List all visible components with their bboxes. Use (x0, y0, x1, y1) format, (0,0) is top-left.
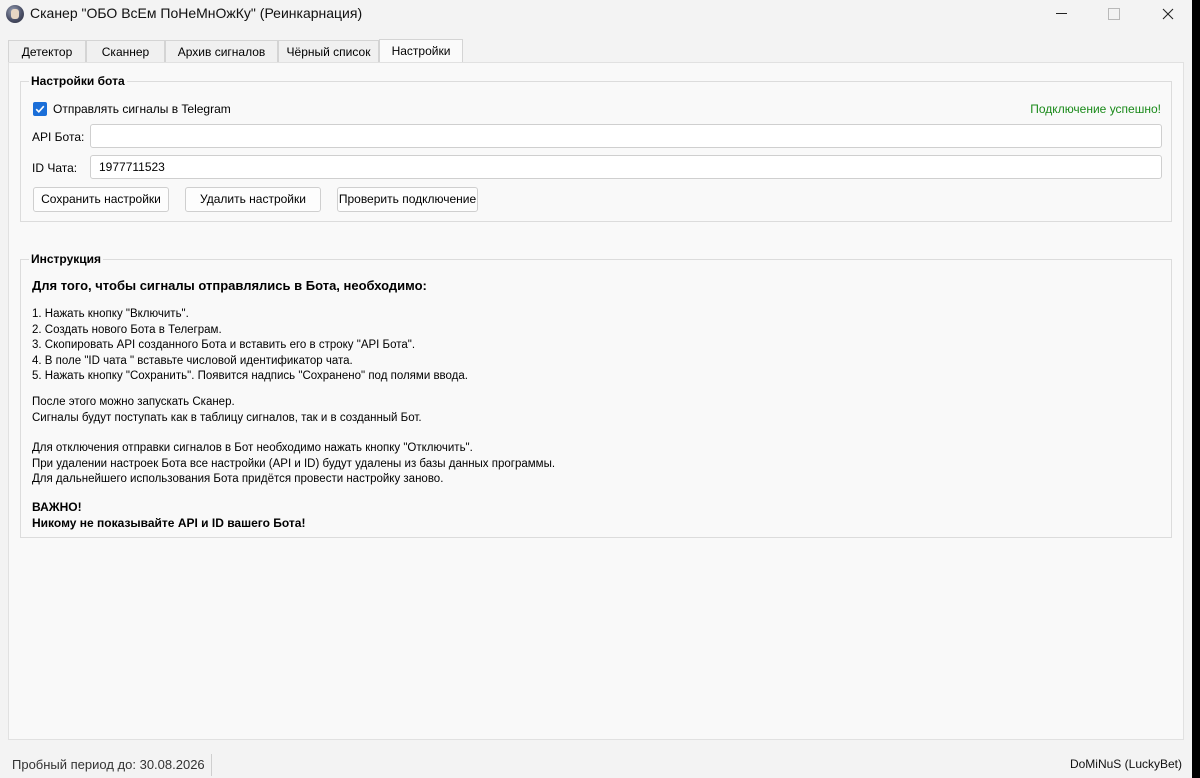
tab-settings[interactable]: Настройки (379, 39, 463, 63)
status-separator (211, 754, 212, 776)
instructions-title: Инструкция (29, 252, 104, 266)
bot-settings-title: Настройки бота (29, 74, 127, 88)
app-icon (6, 5, 24, 23)
bot-settings-group: Настройки бота Отправлять сигналы в Tele… (20, 74, 1172, 222)
trial-period-text: Пробный период до: 30.08.2026 (12, 757, 205, 772)
chat-id-input[interactable] (90, 155, 1162, 179)
list-item: 4. В поле "ID чата " вставьте числовой и… (32, 354, 353, 367)
maximize-button[interactable] (1086, 0, 1140, 28)
delete-settings-button[interactable]: Удалить настройки (185, 187, 321, 212)
paragraph-line: После этого можно запускать Сканер. (32, 396, 235, 408)
close-icon (1162, 8, 1174, 20)
minimize-button[interactable] (1036, 0, 1090, 28)
paragraph-line: Для отключения отправки сигналов в Бот н… (32, 442, 473, 454)
list-item: 1. Нажать кнопку "Включить". (32, 308, 189, 320)
send-signals-checkbox[interactable] (33, 102, 47, 116)
settings-panel: Настройки бота Отправлять сигналы в Tele… (8, 62, 1184, 740)
paragraph-line: Сигналы будут поступать как в таблицу си… (32, 411, 422, 424)
window-title: Сканер "ОБО ВсЕм ПоНеМнОжКу" (Реинкарнац… (30, 5, 363, 21)
tab-blacklist[interactable]: Чёрный список (278, 40, 379, 63)
api-label: API Бота: (32, 130, 85, 144)
instructions-steps: 1. Нажать кнопку "Включить". 2. Создать … (32, 307, 468, 385)
list-item: 2. Создать нового Бота в Телеграм. (32, 323, 222, 336)
api-input[interactable] (90, 124, 1162, 148)
paragraph-line: Для дальнейшего использования Бота придё… (32, 473, 444, 485)
tab-signal-archive[interactable]: Архив сигналов (165, 40, 278, 63)
list-item: 3. Скопировать API созданного Бота и вст… (32, 339, 416, 351)
window-edge (1192, 0, 1200, 778)
instructions-after: После этого можно запускать Сканер. Сигн… (32, 395, 422, 426)
author-text: DoMiNuS (LuckyBet) (1069, 757, 1182, 771)
paragraph-line: При удалении настроек Бота все настройки… (32, 457, 556, 470)
tab-detector[interactable]: Детектор (8, 40, 86, 63)
instructions-disable: Для отключения отправки сигналов в Бот н… (32, 441, 555, 488)
chat-id-label: ID Чата: (32, 161, 78, 175)
connection-status: Подключение успешно! (1030, 102, 1161, 116)
status-bar: Пробный период до: 30.08.2026 DoMiNuS (L… (0, 748, 1192, 778)
warning-block: ВАЖНО! Никому не показывайте API и ID ва… (32, 500, 305, 531)
checkmark-icon (35, 105, 45, 113)
warning-text: Никому не показывайте API и ID вашего Бо… (32, 515, 306, 530)
instructions-heading: Для того, чтобы сигналы отправлялись в Б… (32, 278, 427, 293)
check-connection-button[interactable]: Проверить подключение (337, 187, 478, 212)
instructions-group: Инструкция Для того, чтобы сигналы отпра… (20, 252, 1172, 538)
close-button[interactable] (1140, 0, 1194, 28)
list-item: 5. Нажать кнопку "Сохранить". Появится н… (32, 370, 468, 382)
tab-scanner[interactable]: Сканнер (86, 40, 165, 63)
save-settings-button[interactable]: Сохранить настройки (33, 187, 169, 212)
send-signals-label: Отправлять сигналы в Telegram (53, 102, 231, 116)
warning-title: ВАЖНО! (32, 500, 82, 514)
title-bar: Сканер "ОБО ВсЕм ПоНеМнОжКу" (Реинкарнац… (0, 0, 1192, 28)
